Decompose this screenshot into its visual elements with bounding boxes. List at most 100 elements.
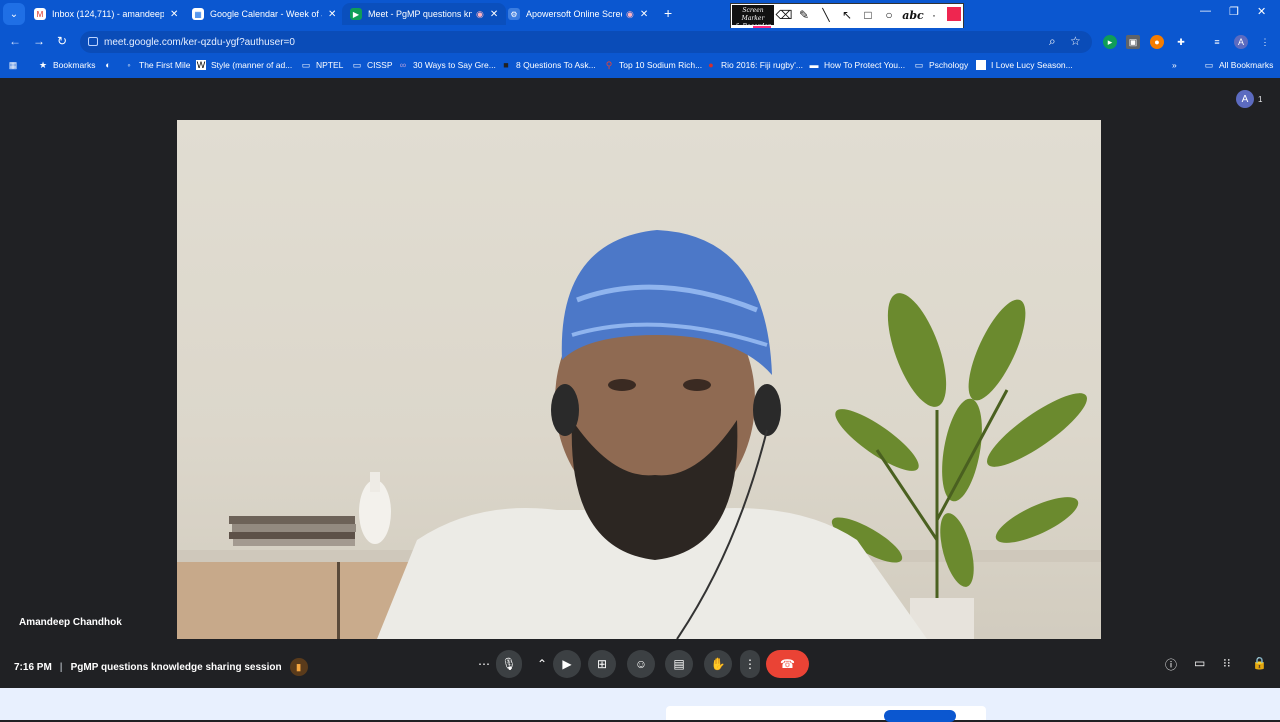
bookmark-star-icon[interactable]: ☆ [1070,34,1081,48]
bookmark-item[interactable]: I Love Lucy Season... [976,60,1073,70]
arrow-icon[interactable]: ↖ [838,6,856,24]
all-bookmarks[interactable]: ▭ All Bookmarks [1204,59,1274,71]
bookmark-item[interactable]: ■ 8 Questions To Ask... [501,60,595,70]
extension-meet-icon[interactable]: ▸ [1103,35,1117,49]
zoom-icon[interactable]: ⌕ [1049,34,1056,49]
meet-stage: A 1 Amandeep Chandhok 7:16 PM | PgMP que… [0,78,1280,688]
address-bar-row: ← → ↻ meet.google.com/ker-qzdu-ygf?authu… [0,28,1280,56]
window-close-icon[interactable]: ✕ [1257,5,1266,18]
bookmark-item[interactable]: ▭ NPTEL [301,60,344,71]
dot-icon[interactable]: · [925,6,943,24]
bookmark-item[interactable]: ▭ CISSP [352,59,393,71]
restore-icon[interactable]: ❐ [1229,5,1239,18]
participant-count: 1 [1258,94,1263,104]
close-icon[interactable]: ✕ [328,9,336,20]
globe-icon: ◐ [105,60,111,70]
gmail-icon: M [34,8,46,20]
color-swatch[interactable] [947,7,961,21]
forward-icon[interactable]: → [33,34,45,48]
recording-indicator-icon[interactable]: ▮ [289,658,308,676]
meeting-title: PgMP questions knowledge sharing session [70,661,282,673]
chat-icon[interactable]: ▭ [1194,656,1205,670]
close-icon[interactable]: ✕ [490,9,498,20]
tab-search-icon[interactable]: ⌄ [3,3,25,25]
participant-video [177,120,1101,639]
video-options-chevron-icon[interactable]: ⌃ [529,650,555,678]
bookmark-item[interactable]: ⚲ Top 10 Sodium Rich... [604,59,702,71]
bookmark-item[interactable]: ● Rio 2016: Fiji rugby'... [706,60,803,70]
tab-title: Apowersoft Online Screen R [526,9,622,19]
recording-dot-icon: ◉ [476,8,484,19]
bookmark-item[interactable]: ◐ [103,60,118,70]
leave-call-button[interactable]: ☎ [766,650,809,678]
back-icon[interactable]: ← [9,34,21,48]
url-text: meet.google.com/ker-qzdu-ygf?authuser=0 [104,36,295,48]
bookmark-item[interactable]: W Style (manner of ad... [196,60,292,70]
partial-popup [666,706,986,722]
raise-hand-icon[interactable]: ✋ [704,650,732,678]
video-frame-illustration [177,230,1101,639]
folder-icon: ▭ [1204,59,1214,70]
tab-meet[interactable]: ▶ Meet - PgMP questions kno ◉ ✕ [342,3,507,25]
url-input[interactable]: meet.google.com/ker-qzdu-ygf?authuser=0 [80,31,1092,53]
emoji-reaction-icon[interactable]: ☺ [627,650,655,678]
tab-apowersoft[interactable]: ⚙ Apowersoft Online Screen R ◉ ✕ [500,3,656,25]
reload-icon[interactable]: ↻ [57,34,67,48]
tab-calendar[interactable]: ▦ Google Calendar - Week of Jan ✕ [184,3,344,25]
media-controls-icon[interactable]: ≡ [1210,35,1224,49]
rectangle-icon[interactable]: □ [859,6,877,24]
captions-icon[interactable]: ▤ [665,650,693,678]
profile-avatar[interactable]: A [1234,35,1248,49]
current-time: 7:16 PM [14,661,52,673]
text-tool-icon[interactable]: abc [901,6,925,24]
meet-icon: ▶ [350,8,362,20]
avatar: A [1236,90,1254,108]
site-info-icon[interactable] [88,37,98,46]
meet-control-bar: 7:16 PM | PgMP questions knowledge shari… [0,648,1280,678]
bookmark-item[interactable]: ◦ The First Mile [124,60,190,70]
site-icon: ● [708,60,714,70]
screen-marker-logo: Screen Marker & Recorder [732,5,774,30]
apps-grid-icon[interactable]: ▦ [8,60,23,70]
browser-tab-strip: ⌄ M Inbox (124,711) - amandeepch ✕ ▦ Goo… [0,0,1280,28]
participant-name-label: Amandeep Chandhok [19,617,122,628]
present-screen-icon[interactable]: ⊞ [588,650,616,678]
bookmark-item[interactable]: ▭ Pschology [914,60,968,71]
more-options-icon[interactable]: ⋮ [740,650,760,678]
camera-toggle-icon[interactable]: ▶ [553,650,581,678]
eraser-icon[interactable]: ⌫ [775,6,793,24]
separator: | [59,661,63,673]
microphone-icon[interactable]: 🎙 [496,650,522,678]
pin-icon: ⚲ [605,59,613,70]
puzzle-icon[interactable]: ✚ [1174,35,1188,49]
popup-button[interactable] [884,710,956,722]
close-icon[interactable]: ✕ [170,9,178,20]
circle-icon[interactable]: ○ [880,6,898,24]
extension-orange-icon[interactable]: ● [1150,35,1164,49]
pen-icon[interactable]: ✎ [795,6,813,24]
tab-title: Inbox (124,711) - amandeepch [52,9,164,19]
host-controls-icon[interactable]: 🔒 [1252,656,1267,670]
minimize-icon[interactable]: — [1200,5,1211,17]
calendar-icon: ▦ [192,8,204,20]
bookmark-item[interactable]: ∞ 30 Ways to Say Gre... [398,60,496,70]
extension-icon[interactable]: ▣ [1126,35,1140,49]
meeting-details-icon[interactable]: ⓘ [1165,656,1177,673]
line-icon[interactable]: ╲ [817,6,835,24]
participant-count-badge[interactable]: A 1 [1236,90,1262,108]
bottom-strip [0,688,1280,722]
bookmark-item[interactable]: ★ Bookmarks [38,60,96,71]
kebab-menu-icon[interactable]: ⋮ [1258,35,1272,49]
site-icon [976,60,986,70]
close-icon[interactable]: ✕ [640,9,648,20]
site-icon: ◦ [127,60,131,70]
more-audio-options-icon[interactable]: ⋯ [470,650,498,678]
apowersoft-icon: ⚙ [508,8,520,20]
tab-gmail[interactable]: M Inbox (124,711) - amandeepch ✕ [26,3,186,25]
folder-icon: ▭ [352,59,362,70]
bookmarks-overflow-icon[interactable]: » [1172,60,1177,70]
recording-dot-icon: ◉ [626,8,634,19]
bookmark-item[interactable]: ▬ How To Protect You... [809,60,906,70]
activities-icon[interactable]: ⁝⁝ [1223,656,1231,670]
new-tab-icon[interactable]: + [664,5,672,21]
